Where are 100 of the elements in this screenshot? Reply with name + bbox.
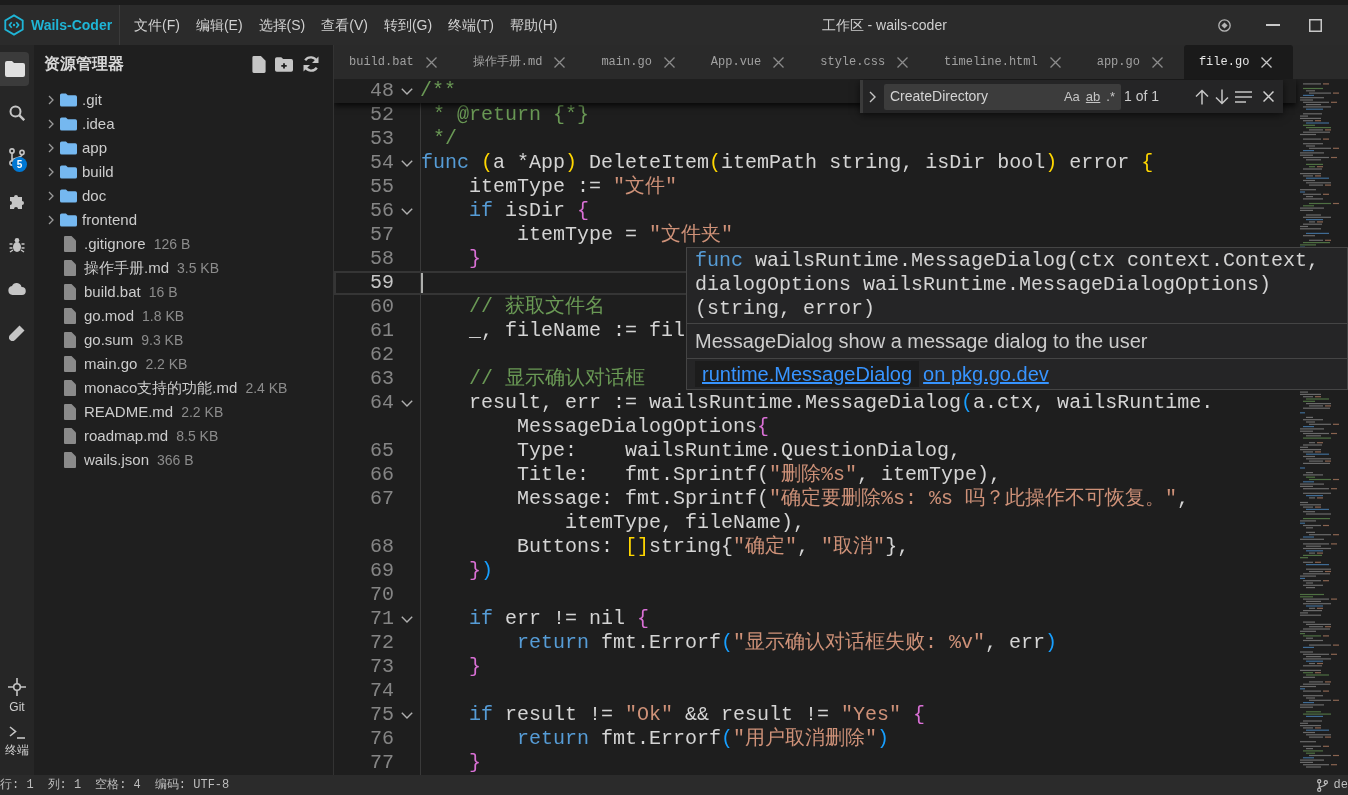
file-name[interactable]: go.sum (84, 328, 134, 352)
search-option-toggle[interactable]: .* (1106, 86, 1115, 107)
chevron-right-icon[interactable] (48, 167, 54, 177)
chevron-right-icon[interactable] (48, 95, 54, 105)
match-count: 1 of 1 (1124, 87, 1160, 106)
diamond-circle-icon[interactable] (1217, 18, 1231, 32)
file-name[interactable]: roadmap.md (84, 424, 169, 448)
folder-icon (60, 141, 77, 155)
file-name[interactable]: wails.json (84, 448, 150, 472)
signature-text: func wailsRuntime.MessageDialog(ctx context.Context, dialogOptions wailsRuntime.MessageDialogOptions) (string, error) (694, 248, 1321, 322)
code-line: return fmt.Errorf("用户取消删除") (517, 727, 890, 751)
folder-name[interactable]: frontend (82, 208, 138, 232)
code-line: if isDir { (469, 199, 590, 223)
code-line: */ (433, 127, 457, 151)
line-number: 69 (370, 559, 394, 583)
chevron-right-icon[interactable] (48, 191, 54, 201)
editor-tab[interactable]: App.vue (695, 45, 806, 79)
chevron-right-icon[interactable] (48, 143, 54, 153)
editor-tab[interactable]: file.go (1183, 45, 1294, 79)
folder-name[interactable]: build (82, 160, 114, 184)
app-name: Wails-Coder (31, 15, 113, 35)
chevron-right-icon[interactable] (48, 119, 54, 129)
editor-tab[interactable]: main.go (586, 45, 696, 79)
terminal-icon (9, 726, 25, 739)
editor-tab[interactable]: app.go (1081, 45, 1184, 79)
chevron-down-icon[interactable] (401, 399, 413, 407)
file-size: 2.4 KB (245, 378, 288, 398)
menu-item[interactable]: 文件(F) (126, 14, 188, 36)
chevron-down-icon[interactable] (401, 159, 413, 167)
branch-icon (9, 148, 25, 166)
arrow-down-icon[interactable] (1215, 88, 1229, 105)
lines-icon[interactable] (1235, 90, 1252, 103)
line-number: 55 (370, 175, 394, 199)
editor-tab[interactable]: 操作手册.md (457, 45, 587, 79)
menu-item[interactable]: 帮助(H) (502, 14, 566, 36)
test-tube-icon (9, 325, 25, 341)
file-size: 9.3 KB (141, 330, 184, 350)
file-size: 2.2 KB (181, 402, 224, 422)
close-icon[interactable] (897, 56, 909, 68)
branch-name[interactable]: de (1333, 776, 1348, 794)
file-name[interactable]: monaco支持的功能.md (84, 376, 238, 400)
folder-name[interactable]: doc (82, 184, 107, 208)
file-name[interactable]: 操作手册.md (84, 256, 169, 280)
editor-tab[interactable]: style.css (805, 45, 930, 79)
close-icon[interactable] (425, 56, 437, 68)
chevron-right-icon[interactable] (48, 215, 54, 225)
arrow-up-icon[interactable] (1195, 88, 1209, 105)
line-number: 66 (370, 463, 394, 487)
search-option-toggle[interactable]: Aa (1063, 86, 1080, 107)
folder-plus-icon[interactable] (275, 56, 293, 72)
branch-icon (1316, 778, 1328, 792)
folder-name[interactable]: app (82, 136, 108, 160)
file-name[interactable]: main.go (84, 352, 138, 376)
file-icon (64, 356, 76, 372)
chevron-right-icon[interactable] (869, 90, 876, 103)
close-icon[interactable] (554, 56, 566, 68)
doc-link[interactable]: on pkg.go.dev (921, 361, 1051, 387)
close-icon[interactable] (1049, 56, 1061, 68)
line-number: 64 (370, 391, 394, 415)
chevron-down-icon[interactable] (401, 615, 413, 623)
file-name[interactable]: .gitignore (84, 232, 146, 256)
folder-icon (60, 93, 77, 107)
file-size: 2.2 KB (145, 354, 188, 374)
crosshair-icon (8, 678, 26, 696)
menu-item[interactable]: 查看(V) (313, 14, 376, 36)
menu-item[interactable]: 转到(G) (375, 14, 441, 36)
chevron-down-icon[interactable] (401, 207, 413, 215)
file-icon[interactable] (252, 55, 266, 73)
line-number: 71 (370, 607, 394, 631)
close-icon[interactable] (1263, 91, 1274, 102)
file-name[interactable]: README.md (84, 400, 174, 424)
file-icon (64, 452, 76, 468)
doc-link[interactable]: runtime.MessageDialog (695, 361, 920, 387)
folder-name[interactable]: .idea (82, 112, 115, 136)
find-input[interactable]: CreateDirectory Aa ab .* (884, 83, 1121, 110)
folder-name[interactable]: .git (82, 88, 102, 112)
close-icon[interactable] (1261, 56, 1273, 68)
refresh-icon[interactable] (302, 55, 320, 73)
menu-item[interactable]: 编辑(E) (187, 14, 251, 36)
close-icon[interactable] (773, 56, 785, 68)
sidebar-title: 资源管理器 (44, 54, 125, 74)
close-icon[interactable] (1151, 56, 1163, 68)
activity-bar-button[interactable]: Git (8, 678, 26, 714)
maximize-icon[interactable] (1308, 18, 1322, 32)
activity-bar-button[interactable] (0, 52, 29, 86)
chevron-down-icon[interactable] (401, 87, 413, 95)
activity-bar-button[interactable]: 终端 (5, 726, 29, 757)
code-line: * @return {*} (433, 103, 590, 127)
file-name[interactable]: build.bat (84, 280, 141, 304)
chevron-down-icon[interactable] (401, 711, 413, 719)
menu-item[interactable]: 终端(T) (440, 14, 502, 36)
file-size: 1.8 KB (142, 306, 185, 326)
file-name[interactable]: go.mod (84, 304, 135, 328)
search-option-toggle[interactable]: ab (1085, 86, 1101, 107)
menu-item[interactable]: 选择(S) (250, 14, 314, 36)
close-icon[interactable] (663, 56, 675, 68)
editor-tab[interactable]: build.bat (334, 45, 458, 79)
activity-bar-button[interactable]: 5 (0, 140, 34, 174)
editor-tab[interactable]: timeline.html (929, 45, 1082, 79)
status-text: 空格: 4 (95, 777, 141, 794)
